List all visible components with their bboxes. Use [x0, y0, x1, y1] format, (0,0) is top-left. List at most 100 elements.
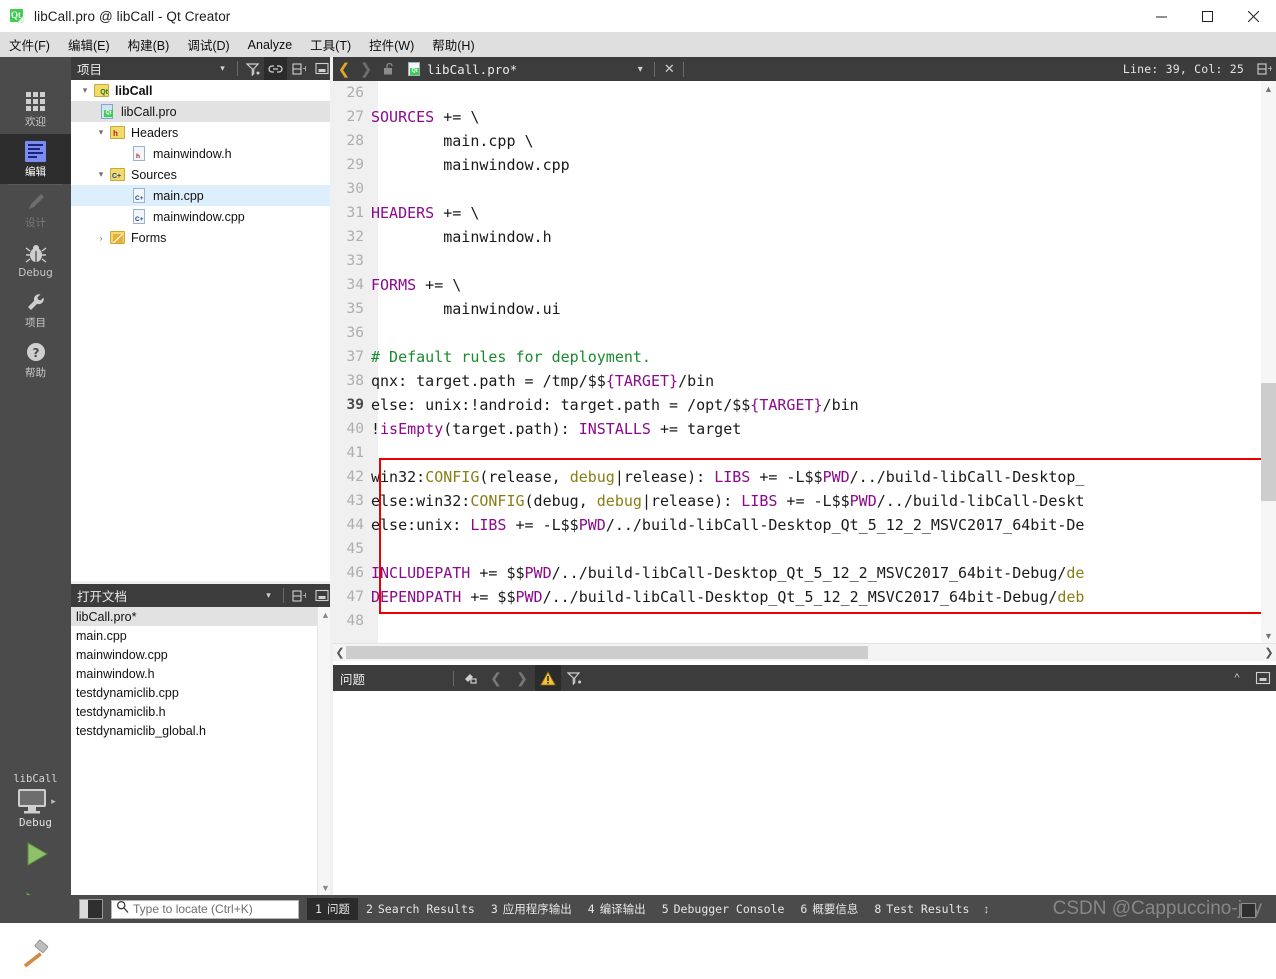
code-line[interactable]: 45 — [333, 537, 1261, 561]
code-line[interactable]: 42 win32: CONFIG (release, debug |release): … — [333, 465, 1261, 489]
output-tab-search-results[interactable]: 2 Search Results — [358, 899, 483, 919]
filter-dropdown-icon[interactable]: ▾ — [211, 57, 234, 80]
chevron-down-icon[interactable]: ▾ — [629, 57, 651, 81]
filter-icon[interactable] — [241, 57, 264, 80]
tree-item-project[interactable]: ▾ Qt libCall — [71, 80, 333, 101]
output-tabs-updown-icon[interactable]: ↕ — [977, 902, 989, 916]
editor-document-tab[interactable]: Qt libCall.pro* — [401, 61, 517, 77]
scroll-up-icon[interactable]: ▲ — [1261, 81, 1276, 96]
chevron-down-icon[interactable]: ▾ — [77, 85, 93, 96]
run-button[interactable] — [0, 829, 71, 879]
clear-issues-icon[interactable] — [457, 665, 483, 691]
split-editor-icon[interactable]: + — [1252, 57, 1276, 81]
code-line[interactable]: 35 mainwindow.ui — [333, 297, 1261, 321]
code-line[interactable]: 38 qnx: target.path = /tmp/$$ {TARGET}/bin — [333, 369, 1261, 393]
output-tab-debugger-console[interactable]: 5 Debugger Console — [654, 899, 793, 919]
minimize-button[interactable] — [1138, 0, 1184, 32]
tree-item-forms[interactable]: › Forms — [71, 227, 333, 248]
previous-issue-icon[interactable]: ❮ — [483, 665, 509, 691]
code-line[interactable]: 40! isEmpty (target.path): INSTALLS += tar… — [333, 417, 1261, 441]
code-line[interactable]: 31 HEADERS += \ — [333, 201, 1261, 225]
unlocked-padlock-icon[interactable] — [377, 57, 401, 81]
code-line[interactable]: 44 else:unix: LIBS += -L$$ PWD/../build-li… — [333, 513, 1261, 537]
code-line[interactable]: 37 # Default rules for deployment. — [333, 345, 1261, 369]
next-issue-icon[interactable]: ❯ — [509, 665, 535, 691]
output-tab-issues[interactable]: 1 问题 — [307, 898, 358, 920]
scroll-right-icon[interactable]: ❯ — [1262, 645, 1276, 660]
panel-splitter[interactable] — [71, 581, 333, 584]
menu-analyze[interactable]: Analyze — [239, 35, 301, 55]
scroll-left-icon[interactable]: ❮ — [333, 645, 347, 660]
maximize-button[interactable] — [1184, 0, 1230, 32]
scrollbar-thumb[interactable] — [1261, 383, 1276, 501]
split-add-icon[interactable]: + — [287, 57, 310, 80]
tree-item-mainwindow-cpp[interactable]: C+ mainwindow.cpp — [71, 206, 333, 227]
editor-vertical-scrollbar[interactable]: ▲ ▼ — [1261, 81, 1276, 643]
tree-item-mainwindow-h[interactable]: h mainwindow.h — [71, 143, 333, 164]
code-line[interactable]: 36 — [333, 321, 1261, 345]
menu-file[interactable]: 文件(F) — [0, 32, 59, 57]
menu-widgets[interactable]: 控件(W) — [360, 32, 423, 57]
output-tab-application-output[interactable]: 3 应用程序输出 — [483, 898, 580, 920]
code-line[interactable]: 32 mainwindow.h — [333, 225, 1261, 249]
code-line[interactable]: 48 — [333, 609, 1261, 633]
document-item[interactable]: libCall.pro* — [71, 607, 318, 626]
build-button[interactable] — [0, 929, 71, 979]
document-item[interactable]: mainwindow.h — [71, 664, 318, 683]
document-item[interactable]: testdynamiclib_global.h — [71, 721, 318, 740]
chevron-right-icon[interactable]: › — [93, 233, 109, 243]
code-line[interactable]: 33 — [333, 249, 1261, 273]
tree-item-sources[interactable]: ▾ C+ Sources — [71, 164, 333, 185]
code-line[interactable]: 29 mainwindow.cpp — [333, 153, 1261, 177]
code-lines[interactable]: 26 27 SOURCES += \ 28 main.cpp \ 29 mainwind… — [333, 81, 1261, 643]
scrollbar-thumb[interactable] — [346, 646, 868, 659]
maximize-pane-icon[interactable]: ^ — [1224, 665, 1250, 691]
tree-item-main-cpp[interactable]: C+ main.cpp — [71, 185, 333, 206]
code-line[interactable]: 43 else:win32: CONFIG (debug, debug |release… — [333, 489, 1261, 513]
mode-projects[interactable]: 项目 — [0, 285, 71, 335]
code-line[interactable]: 28 main.cpp \ — [333, 129, 1261, 153]
output-tab-compile-output[interactable]: 4 编译输出 — [580, 898, 654, 920]
output-tab-general-messages[interactable]: 6 概要信息 — [792, 898, 866, 920]
scroll-down-icon[interactable]: ▼ — [1261, 628, 1276, 643]
mode-help[interactable]: ? 帮助 — [0, 335, 71, 385]
code-line[interactable]: 30 — [333, 177, 1261, 201]
mode-edit[interactable]: 编辑 — [0, 134, 71, 184]
code-text-area[interactable]: 26 27 SOURCES += \ 28 main.cpp \ 29 mainwind… — [333, 81, 1276, 643]
filter-icon[interactable] — [561, 665, 587, 691]
menu-debug[interactable]: 调试(D) — [178, 32, 238, 57]
document-item[interactable]: main.cpp — [71, 626, 318, 645]
code-line[interactable]: 47 DEPENDPATH += $$ PWD/../build-libCall-D… — [333, 585, 1261, 609]
code-line[interactable]: 26 — [333, 81, 1261, 105]
locator-input[interactable]: Type to locate (Ctrl+K) — [111, 899, 299, 919]
code-line[interactable]: 39 else: unix:!android: target.path = /op… — [333, 393, 1261, 417]
menu-tools[interactable]: 工具(T) — [301, 32, 360, 57]
close-document-icon[interactable]: ✕ — [658, 57, 680, 81]
output-tab-test-results[interactable]: 8 Test Results — [866, 899, 977, 919]
open-documents-list[interactable]: libCall.pro* main.cpp mainwindow.cpp mai… — [71, 607, 318, 895]
code-line[interactable]: 41 — [333, 441, 1261, 465]
documents-dropdown-icon[interactable]: ▾ — [257, 584, 280, 607]
mode-welcome[interactable]: 欢迎 — [0, 84, 71, 134]
warning-filter-icon[interactable] — [535, 665, 561, 691]
menu-help[interactable]: 帮助(H) — [423, 32, 483, 57]
close-button[interactable] — [1230, 0, 1276, 32]
document-item[interactable]: mainwindow.cpp — [71, 645, 318, 664]
close-pane-icon[interactable] — [1250, 665, 1276, 691]
tree-item-libcall-pro[interactable]: Qt libCall.pro — [71, 101, 333, 122]
mode-design[interactable]: 设计 — [0, 185, 71, 235]
menu-build[interactable]: 构建(B) — [119, 32, 179, 57]
chevron-down-icon[interactable]: ▾ — [93, 127, 109, 138]
menu-edit[interactable]: 编辑(E) — [59, 32, 119, 57]
code-line[interactable]: 46 INCLUDEPATH += $$ PWD/../build-libCall-… — [333, 561, 1261, 585]
issues-list[interactable] — [333, 691, 1276, 895]
mode-debug[interactable]: Debug — [0, 235, 71, 285]
editor-horizontal-scrollbar[interactable]: ❮ ❯ — [333, 643, 1276, 661]
link-sync-icon[interactable] — [264, 57, 287, 80]
code-line[interactable]: 27 SOURCES += \ — [333, 105, 1261, 129]
kit-selector[interactable]: libCall ▸ Debug — [0, 773, 71, 979]
chevron-down-icon[interactable]: ▾ — [93, 169, 109, 180]
chevron-left-icon[interactable]: ❮ — [333, 57, 355, 81]
document-item[interactable]: testdynamiclib.h — [71, 702, 318, 721]
document-item[interactable]: testdynamiclib.cpp — [71, 683, 318, 702]
